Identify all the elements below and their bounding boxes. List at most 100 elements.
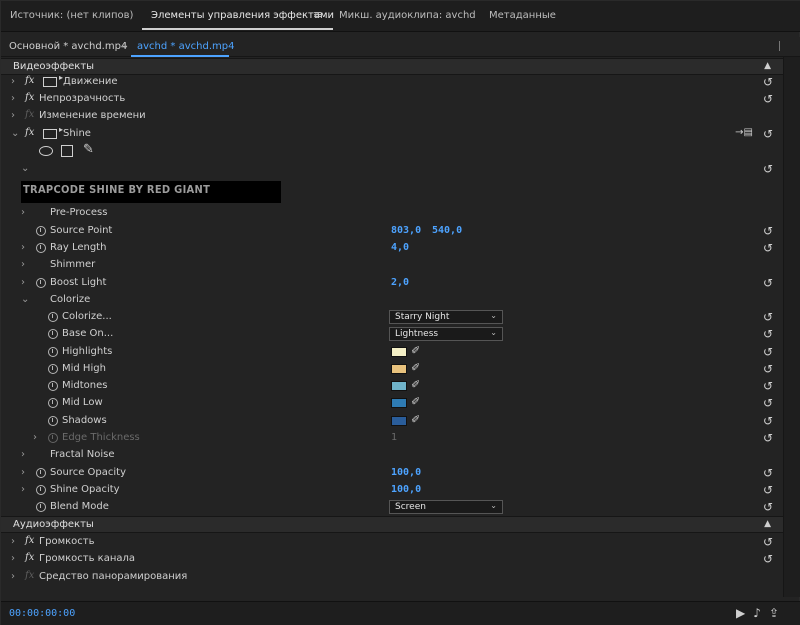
stopwatch-icon[interactable]	[36, 485, 46, 495]
source-point-y[interactable]: 540,0	[432, 225, 462, 236]
fx-icon[interactable]: fx	[25, 75, 34, 86]
blend-mode-dropdown[interactable]: Screen ⌄	[389, 500, 503, 514]
base-on-dropdown[interactable]: Lightness ⌄	[389, 327, 503, 341]
tab-metadata[interactable]: Метаданные	[489, 10, 556, 21]
stopwatch-icon[interactable]	[36, 502, 46, 512]
reset-icon[interactable]: ↺	[763, 92, 773, 106]
chevron-right-icon[interactable]: ›	[21, 207, 25, 218]
param-row-source-point[interactable]: Source Point 803,0 540,0 ↺	[1, 223, 783, 240]
effect-row-time-remap[interactable]: › fx Изменение времени	[1, 108, 783, 125]
transform-icon[interactable]	[43, 73, 63, 87]
chevron-right-icon[interactable]: ›	[11, 110, 15, 121]
source-opacity-value[interactable]: 100,0	[391, 467, 421, 478]
param-row-fractal-noise[interactable]: › Fractal Noise	[1, 447, 783, 464]
tab-audio-clip-mixer[interactable]: Микш. аудиоклипа: avchd	[339, 10, 476, 21]
param-row-pre-process[interactable]: › Pre-Process	[1, 205, 783, 222]
stopwatch-icon[interactable]	[48, 416, 58, 426]
fx-icon[interactable]: fx	[25, 127, 34, 138]
reset-icon[interactable]: ↺	[763, 241, 773, 255]
color-swatch[interactable]	[391, 416, 407, 426]
effect-row-shine[interactable]: ⌄ fx Shine →▤ ↺	[1, 125, 783, 143]
eyedropper-icon[interactable]: ✐	[411, 395, 420, 408]
stopwatch-icon[interactable]	[36, 468, 46, 478]
rectangle-mask-icon[interactable]	[61, 145, 73, 157]
param-row-shimmer[interactable]: › Shimmer	[1, 257, 783, 274]
master-clip-label[interactable]: Основной * avchd.mp4	[9, 41, 127, 52]
effect-row-opacity[interactable]: › fx Непрозрачность ↺	[1, 91, 783, 108]
chevron-right-icon[interactable]: ›	[21, 242, 25, 253]
source-point-x[interactable]: 803,0	[391, 225, 421, 236]
ellipse-mask-icon[interactable]	[39, 146, 53, 156]
param-row-mid-low[interactable]: Mid Low ✐ ↺	[1, 395, 783, 412]
timecode[interactable]: 00:00:00:00	[9, 608, 75, 619]
collapse-timeline-icon[interactable]	[779, 41, 787, 51]
param-row-shadows[interactable]: Shadows ✐ ↺	[1, 413, 783, 430]
stopwatch-icon[interactable]	[36, 226, 46, 236]
reset-icon[interactable]: ↺	[763, 535, 773, 549]
chevron-right-icon[interactable]: ›	[21, 277, 25, 288]
fx-icon[interactable]: fx	[25, 535, 34, 546]
chevron-right-icon[interactable]: ›	[21, 484, 25, 495]
sequence-clip-label[interactable]: avchd * avchd.mp4	[137, 41, 234, 52]
effect-row-motion[interactable]: › fx Движение ↺	[1, 73, 783, 91]
chevron-right-icon[interactable]: ›	[11, 93, 15, 104]
export-icon[interactable]: ⇪	[769, 606, 787, 620]
effect-row-volume[interactable]: › fx Громкость ↺	[1, 534, 783, 551]
reset-icon[interactable]: ↺	[763, 362, 773, 376]
reset-icon[interactable]: ↺	[763, 379, 773, 393]
color-swatch[interactable]	[391, 381, 407, 391]
effect-row-channel-volume[interactable]: › fx Громкость канала ↺	[1, 551, 783, 568]
color-swatch[interactable]	[391, 364, 407, 374]
param-row-colorize[interactable]: Colorize... Starry Night ⌄ ↺	[1, 309, 783, 326]
param-row-colorize-group[interactable]: ⌄ Colorize	[1, 292, 783, 309]
chevron-right-icon[interactable]: ›	[11, 571, 15, 582]
chevron-right-icon[interactable]: ›	[33, 432, 37, 443]
effect-settings-icon[interactable]: →▤	[735, 127, 753, 138]
chevron-down-icon[interactable]: ⌄	[21, 294, 29, 305]
reset-icon[interactable]: ↺	[763, 345, 773, 359]
pen-mask-icon[interactable]: ✎	[83, 142, 94, 157]
reset-icon[interactable]: ↺	[763, 162, 773, 176]
reset-icon[interactable]: ↺	[763, 552, 773, 566]
reset-icon[interactable]: ↺	[763, 127, 773, 141]
param-row-boost-light[interactable]: › Boost Light 2,0 ↺	[1, 275, 783, 292]
ray-length-value[interactable]: 4,0	[391, 242, 409, 253]
reset-icon[interactable]: ↺	[763, 414, 773, 428]
colorize-dropdown[interactable]: Starry Night ⌄	[389, 310, 503, 324]
reset-icon[interactable]: ↺	[763, 431, 773, 445]
chevron-down-icon[interactable]: ⌄	[11, 128, 19, 139]
effect-row-panner[interactable]: › fx Средство панорамирования	[1, 569, 783, 586]
eyedropper-icon[interactable]: ✐	[411, 361, 420, 374]
reset-icon[interactable]: ↺	[763, 396, 773, 410]
stopwatch-icon[interactable]	[36, 243, 46, 253]
stopwatch-icon[interactable]	[36, 278, 46, 288]
chevron-right-icon[interactable]: ›	[21, 259, 25, 270]
chevron-down-icon[interactable]: ⌄	[21, 163, 29, 174]
chevron-right-icon[interactable]: ›	[11, 553, 15, 564]
scroll-up-icon[interactable]: ▲	[764, 61, 771, 71]
param-row-source-opacity[interactable]: › Source Opacity 100,0 ↺	[1, 465, 783, 482]
color-swatch[interactable]	[391, 347, 407, 357]
tab-effect-controls[interactable]: Элементы управления эффектами	[151, 10, 334, 21]
chevron-right-icon[interactable]: ›	[21, 467, 25, 478]
param-row-mid-high[interactable]: Mid High ✐ ↺	[1, 361, 783, 378]
shine-opacity-value[interactable]: 100,0	[391, 484, 421, 495]
reset-icon[interactable]: ↺	[763, 75, 773, 89]
stopwatch-icon[interactable]	[48, 381, 58, 391]
eyedropper-icon[interactable]: ✐	[411, 378, 420, 391]
boost-light-value[interactable]: 2,0	[391, 277, 409, 288]
param-row-blend-mode[interactable]: Blend Mode Screen ⌄ ↺	[1, 499, 783, 516]
eyedropper-icon[interactable]: ✐	[411, 344, 420, 357]
param-row-midtones[interactable]: Midtones ✐ ↺	[1, 378, 783, 395]
param-row-base-on[interactable]: Base On... Lightness ⌄ ↺	[1, 326, 783, 343]
stopwatch-icon[interactable]	[48, 329, 58, 339]
color-swatch[interactable]	[391, 398, 407, 408]
reset-icon[interactable]: ↺	[763, 224, 773, 238]
stopwatch-icon[interactable]	[48, 347, 58, 357]
stopwatch-icon[interactable]	[48, 364, 58, 374]
stopwatch-icon[interactable]	[48, 398, 58, 408]
chevron-down-icon[interactable]: ⌄	[121, 40, 129, 51]
fx-icon[interactable]: fx	[25, 92, 34, 103]
reset-icon[interactable]: ↺	[763, 276, 773, 290]
hamburger-icon[interactable]: ≡	[313, 8, 322, 21]
